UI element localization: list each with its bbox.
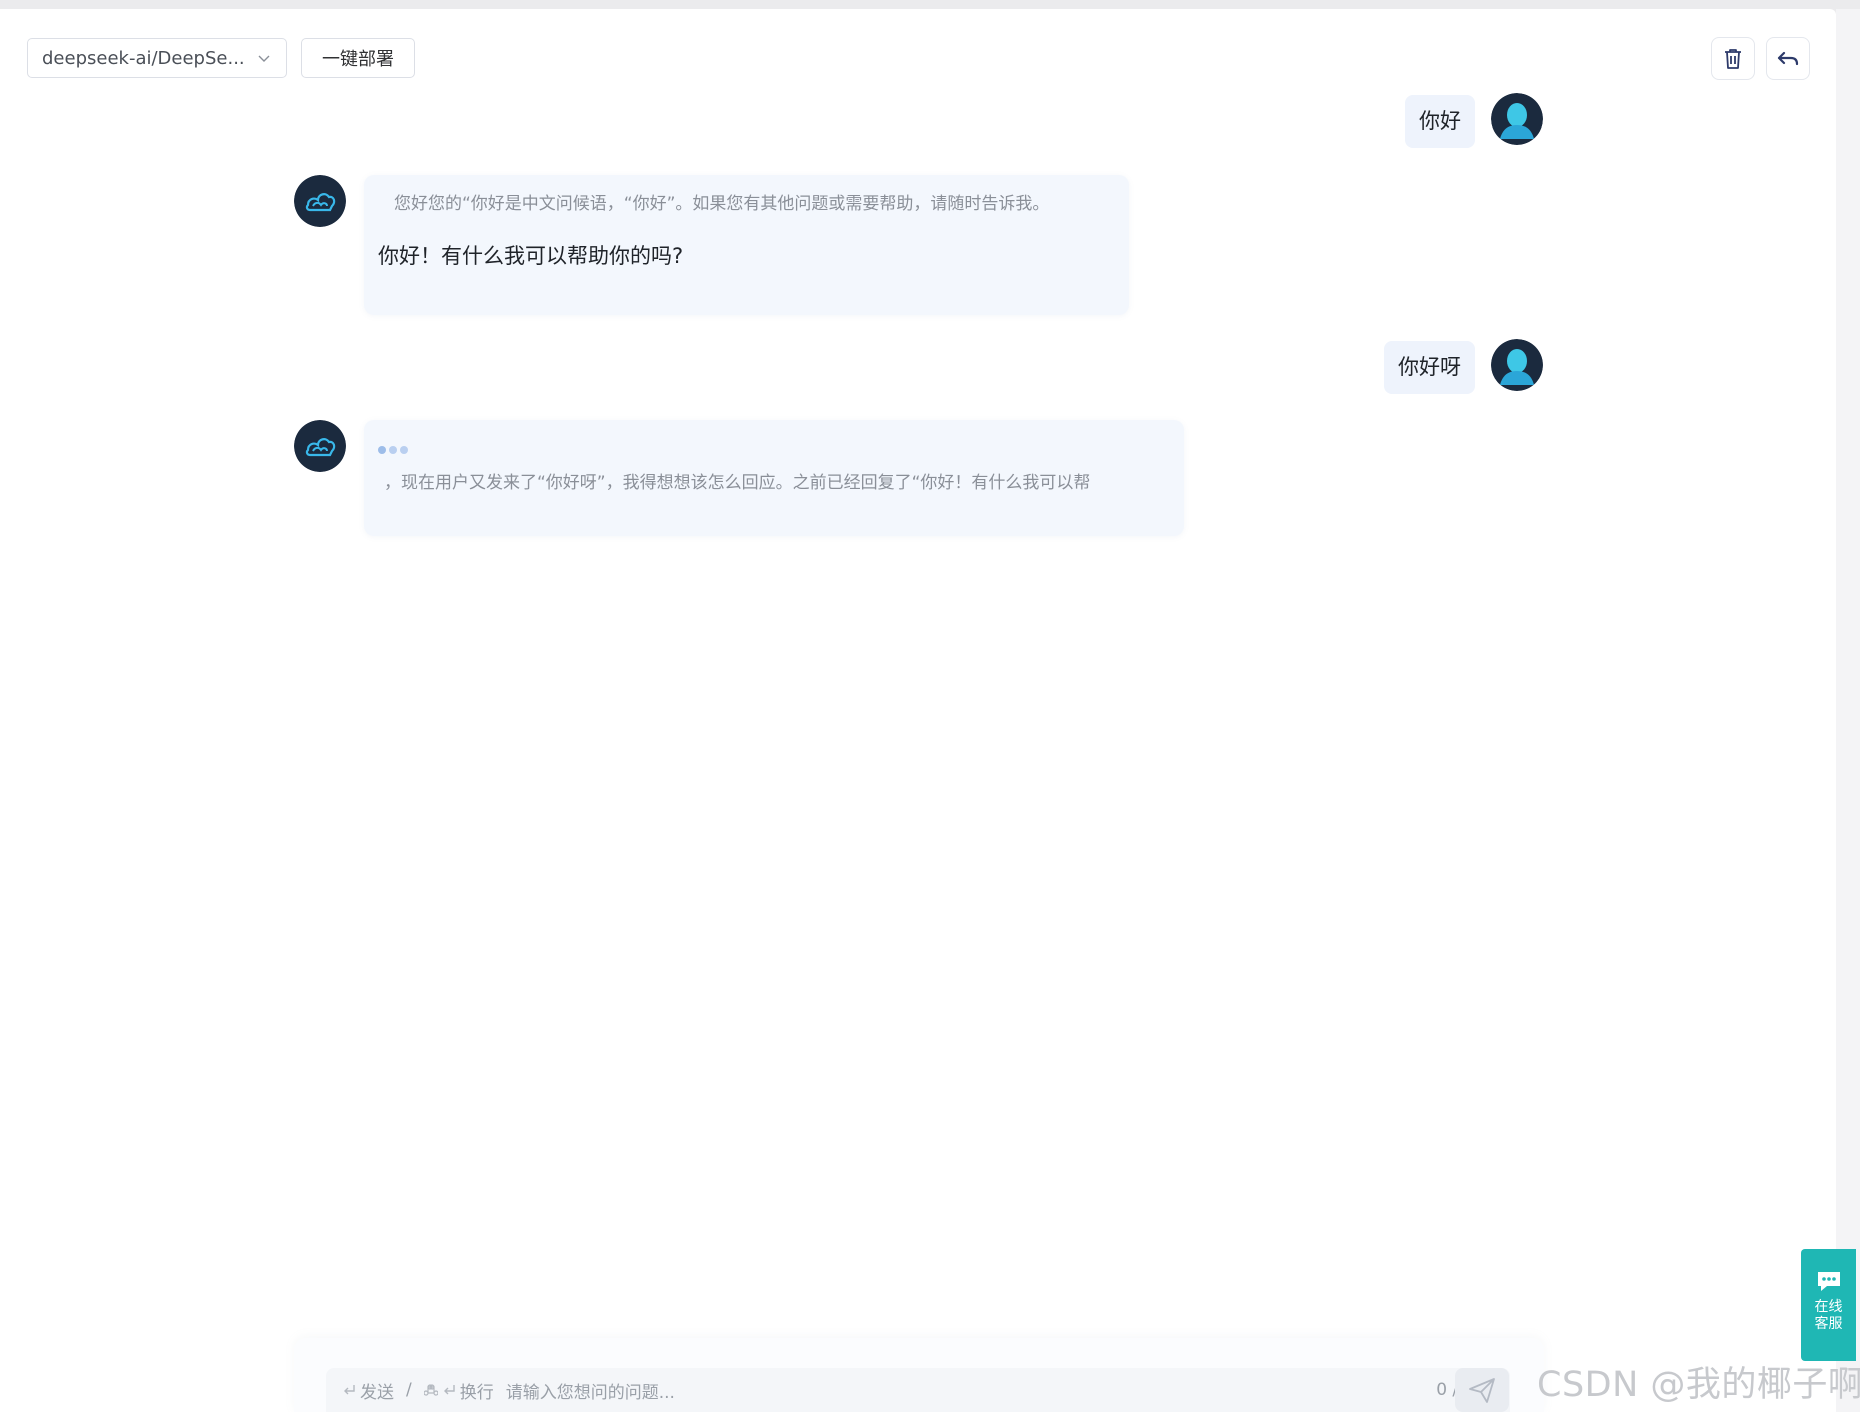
enter-key-icon bbox=[344, 1385, 355, 1395]
shortcut-hint: 发送 / 换行 bbox=[342, 1378, 494, 1403]
send-icon bbox=[1469, 1378, 1495, 1403]
chat-icon bbox=[1817, 1272, 1840, 1291]
command-key-icon bbox=[423, 1384, 438, 1396]
bot-avatar-icon bbox=[294, 175, 346, 227]
deploy-button[interactable]: 一键部署 bbox=[301, 38, 415, 78]
user-message: 你好 bbox=[1405, 93, 1543, 149]
chevron-down-icon bbox=[258, 55, 270, 62]
assistant-message-bubble: ，现在用户又发来了“你好呀”，我得想想该怎么回应。之前已经回复了“你好！有什么我… bbox=[364, 420, 1184, 536]
undo-icon bbox=[1777, 51, 1799, 65]
service-label-line1: 在线 bbox=[1814, 1299, 1843, 1315]
input-area: 发送 / 换行 请输入您想问的问题... 0 / 300 bbox=[294, 1338, 1544, 1412]
chat-input[interactable]: 发送 / 换行 请输入您想问的问题... 0 / 300 bbox=[326, 1368, 1510, 1412]
online-service-button[interactable]: 在线 客服 bbox=[1801, 1249, 1856, 1361]
service-label-line2: 客服 bbox=[1814, 1316, 1843, 1332]
user-avatar-icon bbox=[1491, 93, 1543, 145]
model-select-value: deepseek-ai/DeepSe... bbox=[42, 47, 245, 69]
model-select[interactable]: deepseek-ai/DeepSe... bbox=[27, 38, 287, 78]
bot-avatar-icon bbox=[294, 420, 346, 472]
thinking-text: ，现在用户又发来了“你好呀”，我得想想该怎么回应。之前已经回复了“你好！有什么我… bbox=[384, 473, 1091, 493]
window-edge bbox=[1836, 9, 1860, 1412]
watermark: CSDN @我的椰子啊 bbox=[1537, 1365, 1860, 1405]
assistant-message: 您好您的“你好是中文问候语，“你好”。如果您有其他问题或需要帮助，请随时告诉我。… bbox=[294, 175, 1129, 315]
thinking-text: 您好您的“你好是中文问候语，“你好”。如果您有其他问题或需要帮助，请随时告诉我。 bbox=[394, 194, 1050, 214]
assistant-message: ，现在用户又发来了“你好呀”，我得想想该怎么回应。之前已经回复了“你好！有什么我… bbox=[294, 420, 1184, 536]
send-button[interactable] bbox=[1455, 1368, 1509, 1412]
hint-send: 发送 bbox=[360, 1382, 394, 1403]
answer-text: 你好！有什么我可以帮助你的吗? bbox=[378, 244, 684, 268]
loading-dots bbox=[378, 446, 1170, 454]
hint-separator: / bbox=[406, 1380, 412, 1400]
trash-icon bbox=[1725, 48, 1741, 69]
enter-key-icon bbox=[443, 1385, 455, 1395]
user-avatar-icon bbox=[1491, 339, 1543, 391]
assistant-message-bubble: 您好您的“你好是中文问候语，“你好”。如果您有其他问题或需要帮助，请随时告诉我。… bbox=[364, 175, 1129, 315]
clear-chat-button[interactable] bbox=[1711, 37, 1755, 80]
hint-newline: 换行 bbox=[459, 1382, 494, 1403]
input-placeholder: 请输入您想问的问题... bbox=[505, 1382, 675, 1403]
back-button[interactable] bbox=[1766, 37, 1810, 80]
user-message-text: 你好 bbox=[1405, 95, 1475, 149]
user-message: 你好呀 bbox=[1384, 339, 1543, 395]
user-message-text: 你好呀 bbox=[1384, 341, 1475, 395]
